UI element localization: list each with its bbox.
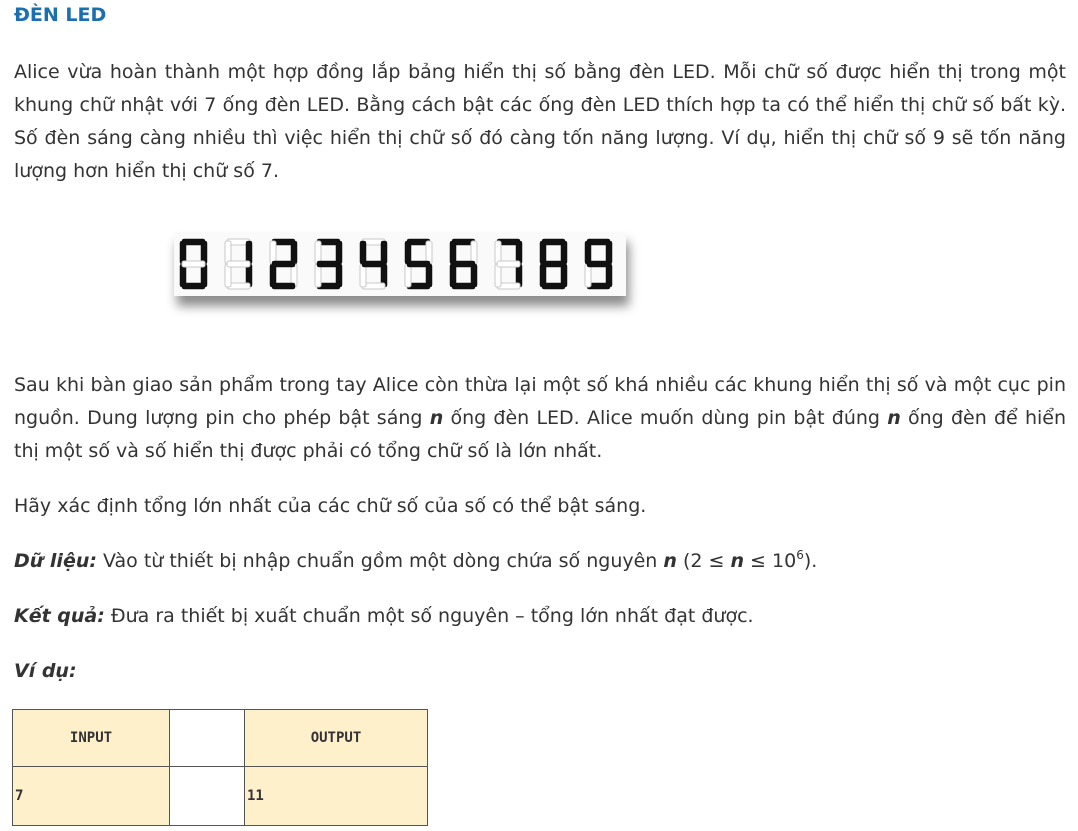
- intro-paragraph: Alice vừa hoàn thành một hợp đồng lắp bả…: [14, 61, 1066, 182]
- led-digit-8: [539, 238, 568, 290]
- segment-e: [404, 263, 412, 288]
- led-digit-3: [314, 238, 343, 290]
- seven-segment-digits-image: [174, 232, 626, 296]
- variable-n: n: [429, 407, 444, 429]
- variable-n: n: [730, 550, 744, 572]
- led-digit-2: [269, 238, 298, 290]
- segment-f: [539, 240, 547, 265]
- segment-e: [539, 263, 547, 288]
- led-digit-5: [404, 238, 433, 290]
- segment-g: [406, 260, 431, 268]
- output-spec: Kết quả: Đưa ra thiết bị xuất chuẩn một …: [14, 600, 1066, 633]
- problem-title: ĐÈN LED: [14, 4, 107, 26]
- input-constraint-close: ).: [803, 550, 818, 572]
- paragraph2-part2: ống đèn LED. Alice muốn dùng pin bật đún…: [443, 407, 888, 429]
- segment-f: [404, 240, 412, 265]
- output-label: Kết quả:: [14, 605, 105, 627]
- led-digit-6: [449, 238, 478, 290]
- segment-f: [269, 240, 277, 265]
- segment-g: [541, 260, 566, 268]
- sample-input-value: 7: [12, 766, 170, 826]
- segment-f: [314, 240, 322, 265]
- segment-g: [226, 260, 251, 268]
- segment-g: [496, 260, 521, 268]
- example-label: Ví dụ:: [14, 660, 77, 682]
- led-digit-4: [359, 238, 388, 290]
- variable-n: n: [887, 407, 901, 429]
- segment-f: [449, 240, 457, 265]
- input-spec: Dữ liệu: Vào từ thiết bị nhập chuẩn gồm …: [14, 545, 1066, 578]
- segment-g: [316, 260, 341, 268]
- segment-e: [314, 263, 322, 288]
- input-header: INPUT: [12, 709, 170, 767]
- segment-g: [271, 260, 296, 268]
- seven-segment-display: [179, 238, 613, 290]
- segment-g: [181, 260, 206, 268]
- segment-g: [361, 260, 386, 268]
- sample-table: INPUT OUTPUT 7 11: [12, 709, 428, 826]
- segment-g: [586, 260, 611, 268]
- led-digit-7: [494, 238, 523, 290]
- segment-e: [449, 263, 457, 288]
- exponent: 6: [796, 548, 804, 562]
- led-digit-1: [224, 238, 253, 290]
- segment-b: [290, 240, 298, 265]
- segment-f: [359, 240, 367, 265]
- input-constraint-bound: ≤ 10: [744, 550, 797, 572]
- input-text: Vào từ thiết bị nhập chuẩn gồm một dòng …: [96, 550, 664, 572]
- segment-e: [359, 263, 367, 288]
- sample-row: 7 11: [12, 766, 428, 826]
- segment-b: [380, 240, 388, 265]
- led-digit-9: [584, 238, 613, 290]
- task-paragraph: Hãy xác định tổng lớn nhất của các chữ s…: [14, 495, 647, 517]
- variable-n: n: [663, 550, 677, 572]
- led-digit-0: [179, 238, 208, 290]
- sample-output-value: 11: [244, 766, 428, 826]
- segment-b: [335, 240, 343, 265]
- problem-paragraph: Sau khi bàn giao sản phẩm trong tay Alic…: [14, 369, 1066, 468]
- spacer-cell: [169, 709, 245, 767]
- segment-e: [269, 263, 277, 288]
- input-label: Dữ liệu:: [14, 550, 97, 572]
- output-header: OUTPUT: [244, 709, 428, 767]
- spacer-cell: [169, 766, 245, 826]
- example-heading: Ví dụ:: [14, 655, 1066, 688]
- segment-f: [584, 240, 592, 265]
- segment-b: [425, 240, 433, 265]
- segment-g: [451, 260, 476, 268]
- input-constraint-open: (2 ≤: [676, 550, 731, 572]
- segment-e: [584, 263, 592, 288]
- sample-header-row: INPUT OUTPUT: [12, 709, 428, 767]
- output-text: Đưa ra thiết bị xuất chuẩn một số nguyên…: [104, 605, 754, 627]
- segment-b: [470, 240, 478, 265]
- segment-b: [560, 240, 568, 265]
- segment-b: [605, 240, 613, 265]
